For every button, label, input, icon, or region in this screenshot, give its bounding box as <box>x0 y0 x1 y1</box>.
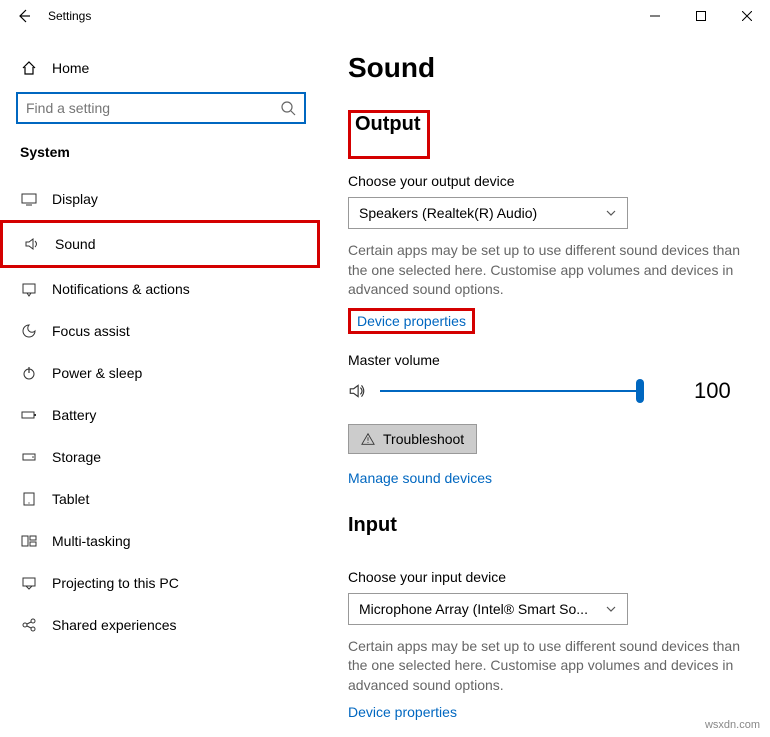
sidebar-item-storage[interactable]: Storage <box>0 436 320 478</box>
sidebar-item-label: Focus assist <box>52 323 130 339</box>
sidebar-item-focus-assist[interactable]: Focus assist <box>0 310 320 352</box>
sidebar-item-label: Shared experiences <box>52 617 177 633</box>
input-desc: Certain apps may be set up to use differ… <box>348 637 744 696</box>
sidebar: Home System Display Sound Notifications … <box>0 32 320 737</box>
watermark: wsxdn.com <box>705 719 760 731</box>
home-icon <box>20 60 38 76</box>
output-device-value: Speakers (Realtek(R) Audio) <box>359 205 605 221</box>
battery-icon <box>20 407 38 423</box>
minimize-button[interactable] <box>632 0 678 32</box>
troubleshoot-button[interactable]: Troubleshoot <box>348 424 477 454</box>
back-arrow-icon <box>16 8 32 24</box>
volume-row: 100 <box>348 378 744 404</box>
troubleshoot-label: Troubleshoot <box>383 431 464 447</box>
minimize-icon <box>650 11 660 21</box>
device-properties-highlight: Device properties <box>348 308 475 334</box>
sidebar-item-label: Notifications & actions <box>52 281 190 297</box>
home-button[interactable]: Home <box>0 52 320 84</box>
close-icon <box>742 11 752 21</box>
sidebar-item-multitasking[interactable]: Multi-tasking <box>0 520 320 562</box>
notifications-icon <box>20 281 38 297</box>
projecting-icon <box>20 575 38 591</box>
chevron-down-icon <box>605 207 617 219</box>
input-device-dropdown[interactable]: Microphone Array (Intel® Smart So... <box>348 593 628 625</box>
page-title: Sound <box>348 52 744 84</box>
search-icon <box>280 100 296 116</box>
close-button[interactable] <box>724 0 770 32</box>
maximize-button[interactable] <box>678 0 724 32</box>
content-area: Sound Output Choose your output device S… <box>320 32 770 737</box>
focus-icon <box>20 323 38 339</box>
warning-icon <box>361 432 375 446</box>
volume-slider[interactable] <box>380 390 640 392</box>
output-heading: Output <box>355 113 421 136</box>
output-desc: Certain apps may be set up to use differ… <box>348 241 744 300</box>
home-label: Home <box>52 60 89 76</box>
sidebar-item-label: Multi-tasking <box>52 533 131 549</box>
sidebar-item-tablet[interactable]: Tablet <box>0 478 320 520</box>
input-device-value: Microphone Array (Intel® Smart So... <box>359 601 605 617</box>
manage-sound-devices-link[interactable]: Manage sound devices <box>348 470 492 486</box>
window-controls <box>632 0 770 32</box>
volume-value: 100 <box>694 378 731 404</box>
sidebar-item-projecting[interactable]: Projecting to this PC <box>0 562 320 604</box>
power-icon <box>20 365 38 381</box>
sound-icon <box>23 236 41 252</box>
chevron-down-icon <box>605 603 617 615</box>
category-label: System <box>0 140 320 172</box>
sidebar-item-sound[interactable]: Sound <box>0 220 320 268</box>
input-device-label: Choose your input device <box>348 569 744 585</box>
sidebar-item-power-sleep[interactable]: Power & sleep <box>0 352 320 394</box>
sidebar-item-label: Power & sleep <box>52 365 142 381</box>
sidebar-item-notifications[interactable]: Notifications & actions <box>0 268 320 310</box>
sidebar-item-display[interactable]: Display <box>0 178 320 220</box>
maximize-icon <box>696 11 706 21</box>
multitask-icon <box>20 533 38 549</box>
sidebar-item-label: Storage <box>52 449 101 465</box>
window-title: Settings <box>48 9 91 23</box>
master-volume-label: Master volume <box>348 352 744 368</box>
back-button[interactable] <box>8 0 40 32</box>
input-heading: Input <box>348 514 397 537</box>
sidebar-item-label: Display <box>52 191 98 207</box>
nav-list: Display Sound Notifications & actions Fo… <box>0 172 320 646</box>
sidebar-item-battery[interactable]: Battery <box>0 394 320 436</box>
search-field[interactable] <box>26 100 280 116</box>
output-device-label: Choose your output device <box>348 173 744 189</box>
sidebar-item-label: Tablet <box>52 491 89 507</box>
output-device-properties-link[interactable]: Device properties <box>357 313 466 329</box>
sidebar-item-label: Battery <box>52 407 96 423</box>
tablet-icon <box>20 491 38 507</box>
volume-slider-thumb[interactable] <box>636 379 644 403</box>
sidebar-item-label: Sound <box>55 236 95 252</box>
input-device-properties-link[interactable]: Device properties <box>348 704 457 720</box>
display-icon <box>20 191 38 207</box>
sidebar-item-label: Projecting to this PC <box>52 575 179 591</box>
storage-icon <box>20 449 38 465</box>
sidebar-item-shared[interactable]: Shared experiences <box>0 604 320 646</box>
search-input[interactable] <box>16 92 306 124</box>
shared-icon <box>20 617 38 633</box>
volume-icon[interactable] <box>348 382 366 400</box>
output-heading-highlight: Output <box>348 110 430 159</box>
output-device-dropdown[interactable]: Speakers (Realtek(R) Audio) <box>348 197 628 229</box>
